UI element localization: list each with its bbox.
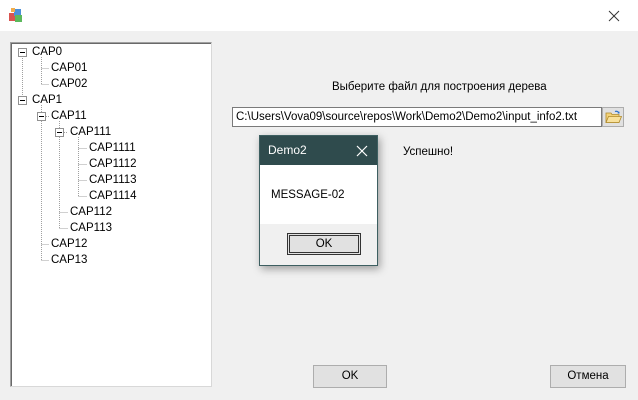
tree-node[interactable]: CAP1111 — [89, 141, 136, 155]
tree-node[interactable]: CAP0 — [32, 45, 62, 59]
window-close-icon[interactable] — [604, 6, 624, 26]
cancel-button[interactable]: Отмена — [550, 365, 626, 388]
dialog-close-icon[interactable] — [354, 143, 370, 159]
open-folder-icon — [605, 110, 623, 123]
tree-view[interactable]: CAP0 CAP01 CAP02 CAP1 CAP11 CAP111 CAP11… — [10, 42, 212, 387]
tree-node[interactable]: CAP1113 — [89, 173, 137, 187]
tree-node[interactable]: CAP01 — [51, 61, 87, 75]
ok-button[interactable]: OK — [313, 365, 387, 388]
message-dialog: Demo2 MESSAGE-02 OK — [259, 135, 378, 266]
collapse-toggle-icon[interactable] — [37, 112, 46, 121]
tree-node[interactable]: CAP12 — [51, 237, 87, 251]
collapse-toggle-icon[interactable] — [18, 96, 27, 105]
tree-node[interactable]: CAP1114 — [89, 189, 137, 203]
tree-node[interactable]: CAP111 — [70, 125, 111, 139]
dialog-message: MESSAGE-02 — [271, 189, 345, 201]
collapse-toggle-icon[interactable] — [18, 48, 27, 57]
app-icon — [9, 8, 22, 22]
browse-button[interactable] — [602, 107, 624, 127]
dialog-footer: OK — [260, 224, 377, 265]
tree-node[interactable]: CAP13 — [51, 253, 87, 267]
dialog-title: Demo2 — [268, 143, 307, 157]
tree-node[interactable]: CAP1 — [32, 93, 62, 107]
tree-node[interactable]: CAP11 — [51, 109, 87, 123]
dialog-titlebar: Demo2 — [260, 136, 377, 165]
tree-node[interactable]: CAP1112 — [89, 157, 137, 171]
collapse-toggle-icon[interactable] — [55, 128, 64, 137]
status-text: Успешно! — [403, 146, 454, 158]
dialog-ok-button[interactable]: OK — [287, 233, 361, 255]
window-titlebar — [0, 0, 638, 31]
tree-node[interactable]: CAP02 — [51, 77, 87, 91]
tree-node[interactable]: CAP112 — [70, 205, 112, 219]
file-prompt-label: Выберите файл для построения дерева — [332, 81, 547, 93]
tree-node[interactable]: CAP113 — [70, 221, 112, 235]
file-path-field[interactable]: C:\Users\Vova09\source\repos\Work\Demo2\… — [232, 107, 602, 127]
